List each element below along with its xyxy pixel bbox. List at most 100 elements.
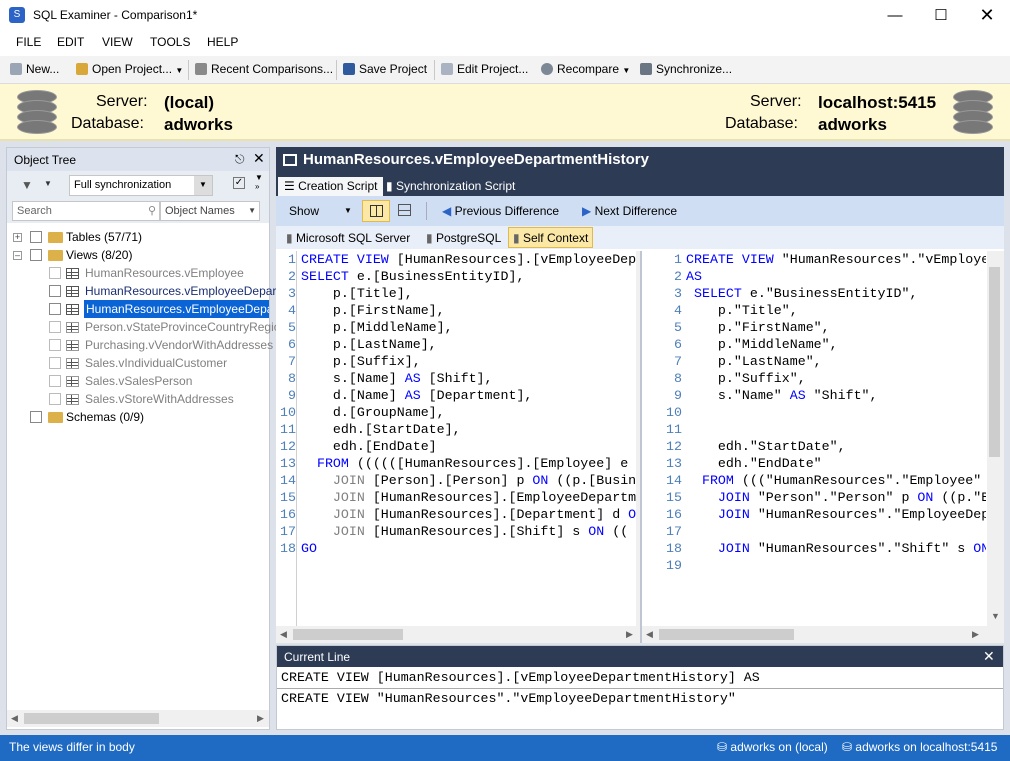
filter-icon[interactable]: ▼ xyxy=(21,178,33,192)
tree-item-views[interactable]: – Views (8/20) xyxy=(7,246,269,264)
script-icon: ▮ xyxy=(386,179,396,193)
close-button[interactable]: ✕ xyxy=(964,0,1010,31)
checkbox[interactable] xyxy=(49,321,61,333)
scroll-left-icon[interactable]: ◀ xyxy=(646,629,653,640)
database-icon: ▮ xyxy=(513,231,523,245)
chevron-down-icon: ▼ xyxy=(344,206,352,215)
next-difference-button[interactable]: ▶ Next Difference xyxy=(582,204,677,218)
horizontal-scrollbar[interactable]: ◀ ▶ xyxy=(7,710,269,727)
more-options-icon[interactable]: ▼» xyxy=(255,173,263,191)
title-bar: S SQL Examiner - Comparison1* — ☐ ✕ xyxy=(0,0,1010,31)
mssql-option[interactable]: ▮ Microsoft SQL Server xyxy=(286,231,410,245)
folder-open-icon xyxy=(76,63,88,75)
arrow-right-icon: ▶ xyxy=(582,204,592,218)
scrollbar-thumb[interactable] xyxy=(293,629,403,640)
expand-icon[interactable]: + xyxy=(13,233,22,242)
object-title-bar: HumanResources.vEmployeeDepartmentHistor… xyxy=(276,147,1004,174)
diff-marker-strip xyxy=(642,251,662,626)
checkbox[interactable] xyxy=(30,249,42,261)
scroll-left-icon[interactable]: ◀ xyxy=(280,629,287,640)
tree-item-view[interactable]: HumanResources.vEmployee xyxy=(7,264,269,282)
scrollbar-thumb[interactable] xyxy=(659,629,794,640)
self-context-option[interactable]: ▮ Self Context xyxy=(508,227,594,248)
scrollbar-thumb[interactable] xyxy=(989,267,1000,457)
checkbox[interactable] xyxy=(30,231,42,243)
save-project-button[interactable]: Save Project xyxy=(343,62,427,76)
edit-project-button[interactable]: Edit Project... xyxy=(441,62,528,76)
previous-difference-button[interactable]: ◀ Previous Difference xyxy=(442,204,559,218)
checkbox[interactable] xyxy=(49,375,61,387)
toolbar: New... Open Project... ▼ Recent Comparis… xyxy=(0,56,1010,84)
scrollbar-thumb[interactable] xyxy=(24,713,159,724)
vertical-scrollbar[interactable]: ▼ xyxy=(987,251,1004,626)
menu-help[interactable]: HELP xyxy=(207,35,238,49)
show-dropdown[interactable]: Show ▼ xyxy=(289,204,352,218)
current-line-right: CREATE VIEW "HumanResources"."vEmployeeD… xyxy=(281,691,736,706)
chevron-down-icon[interactable]: ▼ xyxy=(44,179,52,188)
tree-item-view[interactable]: Person.vStateProvinceCountryRegion xyxy=(7,318,287,336)
menu-edit[interactable]: EDIT xyxy=(57,35,84,49)
view-icon xyxy=(66,304,79,315)
maximize-button[interactable]: ☐ xyxy=(918,0,964,31)
sync-mode-dropdown[interactable]: Full synchronization ▼ xyxy=(69,175,213,196)
checkbox[interactable] xyxy=(49,303,61,315)
menu-view[interactable]: VIEW xyxy=(102,35,133,49)
left-database-value: adworks xyxy=(164,115,233,134)
checkbox[interactable] xyxy=(49,357,61,369)
view-icon xyxy=(66,322,79,333)
checkbox[interactable] xyxy=(49,285,61,297)
scroll-right-icon[interactable]: ▶ xyxy=(626,629,633,640)
code-editor-left[interactable]: CREATE VIEW [HumanResources].[vEmployeeD… xyxy=(301,251,636,626)
tree-item-tables[interactable]: + Tables (57/71) xyxy=(7,228,269,246)
scroll-down-icon[interactable]: ▼ xyxy=(991,611,1000,621)
scroll-right-icon[interactable]: ▶ xyxy=(257,713,264,724)
tree-item-view[interactable]: Sales.vIndividualCustomer xyxy=(7,354,269,372)
horizontal-scrollbar[interactable]: ◀ ▶ xyxy=(276,626,640,643)
code-editor-right[interactable]: CREATE VIEW "HumanResources"."vEmployeeD… xyxy=(686,251,986,626)
view-icon xyxy=(283,154,297,166)
object-tree-header: Object Tree ⎋ ✕ xyxy=(7,148,269,171)
checkbox[interactable] xyxy=(49,267,61,279)
split-horizontal-icon[interactable] xyxy=(398,204,411,216)
side-by-side-view-button[interactable] xyxy=(362,200,390,222)
scroll-right-icon[interactable]: ▶ xyxy=(972,629,979,640)
menu-file[interactable]: FILE xyxy=(16,35,41,49)
synchronize-button[interactable]: Synchronize... xyxy=(640,62,732,76)
checkbox[interactable] xyxy=(49,393,61,405)
status-bar: The views differ in body ⛁ adworks on (l… xyxy=(0,735,1010,761)
close-panel-icon[interactable]: ✕ xyxy=(253,150,265,167)
folder-icon xyxy=(48,412,63,423)
recent-comparisons-button[interactable]: Recent Comparisons... xyxy=(195,62,333,76)
postgresql-option[interactable]: ▮ PostgreSQL xyxy=(426,231,501,245)
checkbox[interactable] xyxy=(30,411,42,423)
tree-item-schemas[interactable]: Schemas (0/9) xyxy=(7,408,269,426)
tab-synchronization-script[interactable]: ▮ Synchronization Script xyxy=(380,177,521,196)
checkbox[interactable] xyxy=(49,339,61,351)
scroll-left-icon[interactable]: ◀ xyxy=(11,713,18,724)
minimize-button[interactable]: — xyxy=(872,0,918,31)
pin-icon[interactable]: ⎋ xyxy=(235,152,245,167)
check-all-icon[interactable]: ✓ xyxy=(233,177,245,189)
view-icon xyxy=(66,394,79,405)
left-server-label: Server: xyxy=(96,93,148,110)
menu-tools[interactable]: TOOLS xyxy=(150,35,190,49)
tree-item-view[interactable]: Sales.vStoreWithAddresses xyxy=(7,390,269,408)
close-panel-icon[interactable]: ✕ xyxy=(983,648,995,665)
recompare-button[interactable]: Recompare ▼ xyxy=(541,62,630,76)
tab-creation-script[interactable]: ☰ Creation Script xyxy=(278,177,384,196)
horizontal-scrollbar[interactable]: ◀ ▶ xyxy=(642,626,1004,643)
object-tree-toolbar: ▼ ▼ Full synchronization ▼ ✓ ▼» Search ⚲ O… xyxy=(7,171,269,223)
open-project-button[interactable]: Open Project... ▼ xyxy=(76,62,183,76)
script-icon: ☰ xyxy=(284,179,299,193)
diff-toolbar: Show ▼ ◀ Previous Difference ▶ Next Diffe… xyxy=(276,196,1004,226)
tree-item-view[interactable]: HumanResources.vEmployeeDepartment xyxy=(7,282,306,300)
tree-item-view-selected[interactable]: HumanResources.vEmployeeDepartmentHistor… xyxy=(7,300,269,318)
left-database-label: Database: xyxy=(71,115,144,132)
new-button[interactable]: New... xyxy=(10,62,59,76)
folder-icon xyxy=(48,250,63,261)
tree-item-view[interactable]: Purchasing.vVendorWithAddresses xyxy=(7,336,273,354)
search-input[interactable]: Search ⚲ xyxy=(12,201,160,221)
collapse-icon[interactable]: – xyxy=(13,251,22,260)
tree-item-view[interactable]: Sales.vSalesPerson xyxy=(7,372,269,390)
search-scope-dropdown[interactable]: Object Names ▼ xyxy=(160,201,260,221)
